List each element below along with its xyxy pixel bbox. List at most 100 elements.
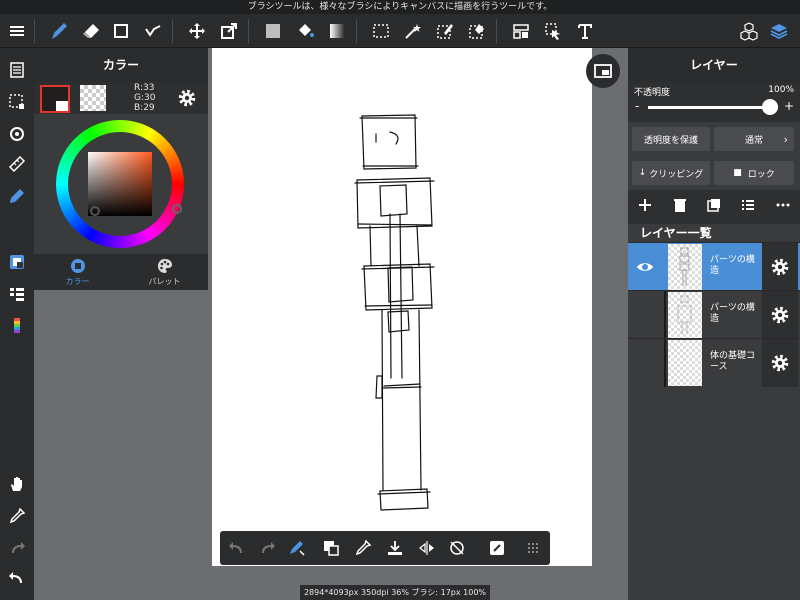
foreground-color-swatch[interactable]	[40, 85, 70, 113]
layer-list-icon[interactable]	[740, 197, 756, 217]
color-panel-tabs: カラー パレット	[34, 254, 208, 290]
canvas-sketch	[354, 114, 435, 511]
layer-list-title: レイヤー一覧	[640, 226, 712, 240]
preview-toggle-button[interactable]	[586, 54, 620, 88]
lock-label: ロック	[747, 169, 775, 180]
green-value: G:30	[134, 93, 156, 103]
trash-icon[interactable]	[672, 197, 688, 217]
lock-icon: ■	[733, 168, 742, 178]
undo-icon[interactable]	[222, 531, 252, 565]
opacity-slider-knob[interactable]	[762, 99, 778, 115]
duplicate-layer-icon[interactable]	[706, 197, 722, 217]
correction-icon[interactable]	[138, 14, 168, 48]
hue-cursor[interactable]	[172, 204, 182, 214]
rgb-readout: R:33 G:30 B:29	[134, 83, 155, 113]
brush-list-icon[interactable]	[0, 280, 34, 308]
clipping-indicator	[664, 291, 666, 339]
layer-actions	[628, 190, 800, 224]
swap-color-icon[interactable]	[316, 531, 346, 565]
top-toolbar	[0, 14, 800, 48]
rectangle-icon[interactable]	[106, 14, 136, 48]
opacity-value: 100%	[768, 85, 794, 95]
layer-thumbnail	[668, 292, 702, 338]
fill-color-icon[interactable]	[258, 14, 288, 48]
layers-icon[interactable]	[764, 14, 794, 48]
gear-icon[interactable]	[762, 243, 798, 291]
redo-icon[interactable]	[252, 531, 282, 565]
menu-icon[interactable]	[2, 14, 32, 48]
selection-icon[interactable]	[0, 88, 34, 116]
color-wheel-area	[34, 114, 208, 252]
lock-button[interactable]: ■ ロック	[714, 161, 794, 185]
red-value: R:33	[134, 83, 155, 93]
tab-color-label: カラー	[65, 276, 90, 286]
add-layer-icon[interactable]	[637, 197, 653, 217]
document-icon[interactable]	[0, 56, 34, 84]
gear-icon[interactable]	[762, 339, 798, 387]
select-eraser-icon[interactable]	[462, 14, 492, 48]
layer-row[interactable]: パーツの構造	[628, 290, 800, 339]
redo-icon[interactable]	[0, 534, 34, 562]
edit-icon[interactable]	[482, 531, 512, 565]
gear-icon[interactable]	[762, 291, 798, 339]
blend-mode-button[interactable]: 通常 ›	[714, 127, 794, 151]
eyedropper-icon[interactable]	[348, 531, 378, 565]
eye-icon[interactable]	[628, 243, 662, 291]
layer-clip-row: ↓ クリッピング ■ ロック	[628, 156, 800, 190]
protect-alpha-button[interactable]: 透明度を保護	[632, 127, 710, 151]
save-icon[interactable]	[380, 531, 410, 565]
bucket-icon[interactable]	[290, 14, 320, 48]
brush-eraser-toggle-icon[interactable]	[282, 531, 312, 565]
eraser-icon[interactable]	[76, 14, 106, 48]
brush-icon[interactable]	[44, 14, 74, 48]
color-palette-icon[interactable]	[0, 312, 34, 340]
tab-color[interactable]: カラー	[34, 254, 121, 290]
layer-name: パーツの構造	[710, 303, 755, 324]
opacity-control: 不透明度 100% - +	[628, 82, 800, 122]
undo-icon[interactable]	[0, 564, 34, 592]
select-icon[interactable]	[366, 14, 396, 48]
ruler-icon[interactable]	[0, 150, 34, 178]
sv-cursor[interactable]	[90, 206, 100, 216]
opacity-plus-button[interactable]: +	[784, 99, 794, 113]
left-tool-rail	[0, 48, 34, 600]
color-panel-icon[interactable]	[0, 248, 34, 276]
clipping-label: クリッピング	[649, 169, 704, 180]
hand-icon[interactable]	[0, 470, 34, 498]
pen-settings-icon[interactable]	[0, 182, 34, 210]
drawing-canvas[interactable]	[212, 48, 592, 566]
clipping-button[interactable]: ↓ クリッピング	[632, 161, 710, 185]
opacity-slider-track[interactable]	[648, 106, 778, 109]
3d-icon[interactable]	[734, 14, 764, 48]
eyedropper-icon[interactable]	[0, 502, 34, 530]
gradient-icon[interactable]	[322, 14, 352, 48]
select-pen-icon[interactable]	[430, 14, 460, 48]
layer-thumbnail	[668, 340, 702, 386]
status-bar: 2894*4093px 350dpi 36% ブラシ: 17px 100%	[300, 585, 490, 600]
operation-icon[interactable]	[538, 14, 568, 48]
bottom-quick-bar	[220, 531, 550, 565]
transform-icon[interactable]	[214, 14, 244, 48]
opacity-label: 不透明度	[634, 88, 671, 98]
blue-value: B:29	[134, 103, 155, 113]
opacity-minus-button[interactable]: -	[635, 99, 639, 113]
more-icon[interactable]	[775, 197, 791, 217]
rotate-reset-icon[interactable]	[442, 531, 472, 565]
color-swatches: R:33 G:30 B:29	[34, 82, 208, 114]
move-icon[interactable]	[182, 14, 212, 48]
layer-thumbnail	[668, 244, 702, 290]
snap-icon[interactable]	[0, 120, 34, 148]
more-grid-icon[interactable]	[518, 531, 548, 565]
tab-palette[interactable]: パレット	[121, 254, 208, 290]
layer-name: パーツの構造	[710, 255, 755, 276]
material-icon[interactable]	[506, 14, 536, 48]
background-color-swatch[interactable]	[80, 85, 106, 111]
layer-row[interactable]: 体の基礎コース	[628, 338, 800, 387]
text-icon[interactable]	[570, 14, 600, 48]
color-panel: カラー R:33 G:30 B:29 カラー パレット	[34, 48, 208, 290]
layer-row[interactable]: パーツの構造	[628, 242, 800, 291]
blend-mode-label: 通常	[744, 135, 763, 146]
gear-icon[interactable]	[176, 87, 198, 109]
magic-wand-icon[interactable]	[398, 14, 428, 48]
flip-horizontal-icon[interactable]	[412, 531, 442, 565]
